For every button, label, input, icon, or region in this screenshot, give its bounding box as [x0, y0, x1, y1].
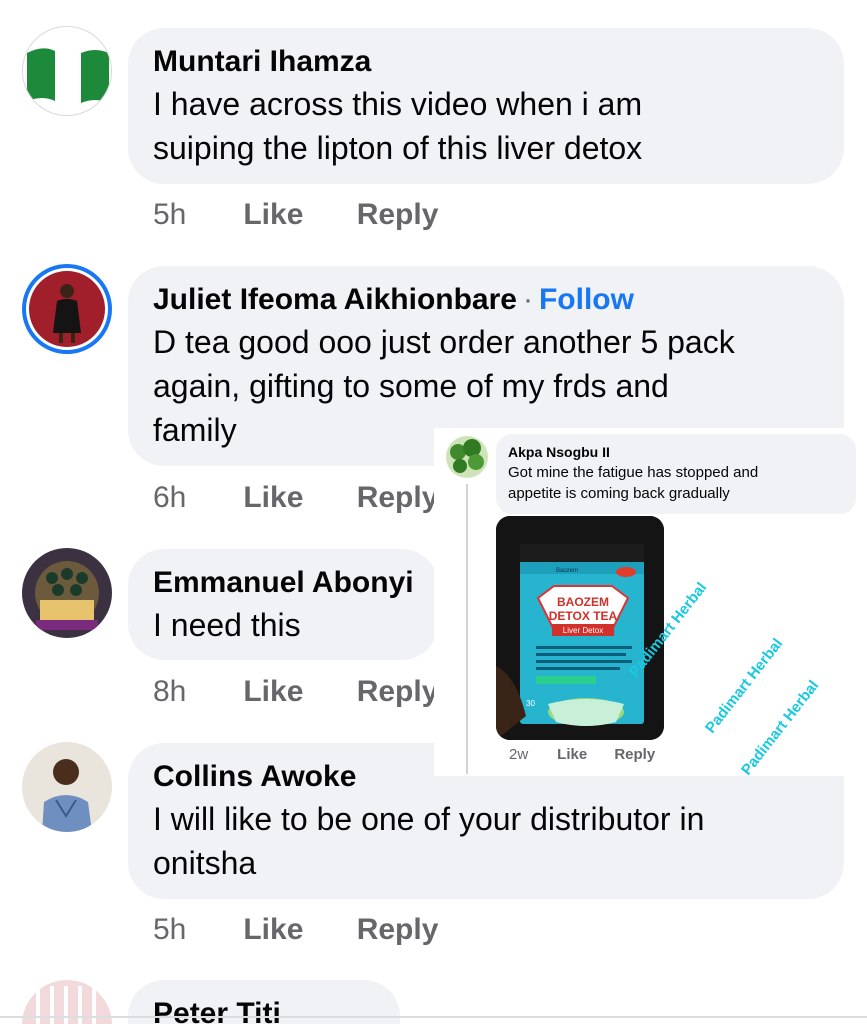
watermark-text: Padimart Herbal [738, 677, 823, 776]
embedded-comment-actions: 2w Like Reply [509, 746, 655, 763]
avatar[interactable] [22, 548, 112, 638]
profile-photo-image [22, 742, 112, 832]
follow-button[interactable]: Follow [539, 283, 634, 316]
avatar[interactable] [22, 264, 112, 354]
comment-text: again, gifting to some of my frds and [153, 368, 669, 404]
like-button[interactable]: Like [243, 198, 348, 232]
avatar[interactable] [22, 742, 112, 832]
comment-text: suiping the lipton of this liver detox [153, 130, 643, 166]
comment-author-line: Juliet Ifeoma Aikhionbare · Follow [153, 280, 818, 320]
reply-button[interactable]: Reply [357, 913, 439, 947]
embedded-screenshot: Akpa Nsogbu II Got mine the fatigue has … [434, 428, 867, 776]
reply-button[interactable]: Reply [357, 198, 439, 232]
comment-text: onitsha [153, 845, 257, 881]
comment-text: I have across this video when i am [153, 86, 643, 122]
comment-time[interactable]: 5h [153, 913, 235, 947]
product-photo: Baozem BAOZEM DETOX TEA Liver Detox 30 [496, 516, 664, 740]
reply-thread-line [466, 484, 468, 774]
product-name-line1: BAOZEM [557, 595, 609, 609]
comment-author[interactable]: Peter Titi [153, 994, 374, 1024]
plant-avatar-image [446, 436, 488, 478]
embedded-comment-time: 2w [509, 746, 529, 763]
product-brand-text: Baozem [556, 568, 578, 574]
embedded-comment-bubble: Akpa Nsogbu II Got mine the fatigue has … [496, 434, 856, 514]
comment-text: I will like to be one of your distributo… [153, 801, 705, 837]
avatar[interactable] [22, 26, 112, 116]
comment-actions: 6h Like Reply [153, 481, 438, 515]
like-button[interactable]: Like [243, 481, 348, 515]
detox-tea-box-image: Baozem BAOZEM DETOX TEA Liver Detox 30 [496, 516, 664, 740]
profile-photo-image [22, 548, 112, 638]
embedded-like-label: Like [557, 746, 588, 763]
product-count: 30 [526, 699, 535, 708]
reply-button[interactable]: Reply [357, 481, 439, 515]
separator-dot: · [522, 283, 533, 316]
comment-actions: 5h Like Reply [153, 198, 438, 232]
like-button[interactable]: Like [243, 913, 348, 947]
reply-button[interactable]: Reply [357, 675, 439, 709]
like-button[interactable]: Like [243, 675, 348, 709]
comment-author[interactable]: Juliet Ifeoma Aikhionbare [153, 283, 517, 316]
embedded-comment-author: Akpa Nsogbu II [508, 444, 610, 460]
embedded-comment-text: Got mine the fatigue has stopped and [508, 464, 759, 481]
embedded-comment-text: appetite is coming back gradually [508, 485, 730, 502]
comment-author[interactable]: Emmanuel Abonyi [153, 563, 414, 603]
product-subtitle: Liver Detox [563, 626, 603, 635]
avatar [446, 436, 488, 478]
comment-actions: 8h Like Reply [153, 675, 438, 709]
comment-actions: 5h Like Reply [153, 913, 438, 947]
comment-time[interactable]: 6h [153, 481, 235, 515]
product-name-line2: DETOX TEA [549, 609, 618, 623]
comment-bubble: Muntari Ihamza I have across this video … [128, 28, 844, 184]
comment-time[interactable]: 8h [153, 675, 235, 709]
nigeria-flag-avatar-image [23, 27, 111, 115]
comment-bubble: Emmanuel Abonyi I need this [128, 549, 438, 660]
comment-time[interactable]: 5h [153, 198, 235, 232]
embedded-reply-label: Reply [614, 746, 656, 763]
comment-author[interactable]: Muntari Ihamza [153, 42, 818, 82]
profile-photo-image [29, 271, 105, 347]
comment-text: D tea good ooo just order another 5 pack [153, 324, 735, 360]
divider [0, 1016, 867, 1018]
comment-text: I need this [153, 607, 301, 643]
